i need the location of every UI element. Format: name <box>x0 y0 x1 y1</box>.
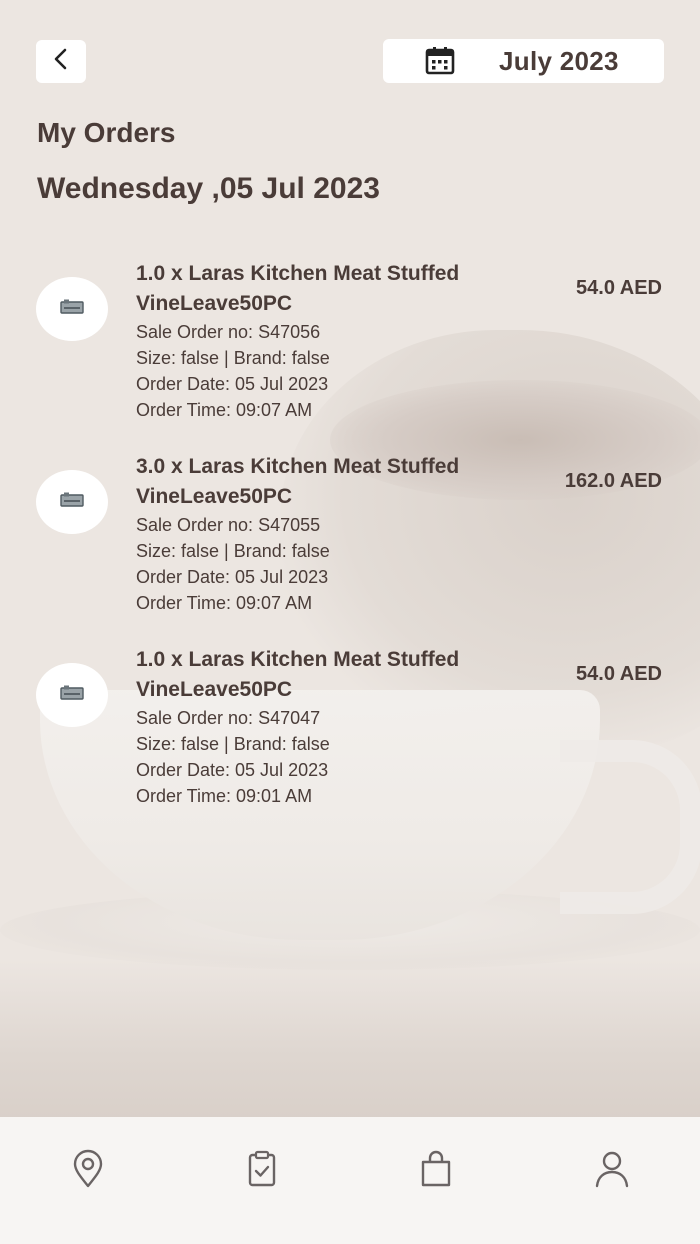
back-button[interactable] <box>36 40 86 83</box>
product-thumbnail <box>36 663 108 727</box>
date-heading: Wednesday ,05 Jul 2023 <box>37 172 380 205</box>
order-item[interactable]: 3.0 x Laras Kitchen Meat Stuffed VineLea… <box>0 448 700 628</box>
order-time: Order Time: 09:07 AM <box>136 400 313 420</box>
page-title: My Orders <box>37 117 176 148</box>
order-item[interactable]: 1.0 x Laras Kitchen Meat Stuffed VineLea… <box>0 255 700 435</box>
product-image-icon <box>60 299 84 320</box>
order-price: 54.0 AED <box>576 277 662 299</box>
nav-orders[interactable] <box>242 1149 282 1193</box>
product-image-icon <box>60 685 84 706</box>
clipboard-check-icon <box>244 1149 280 1194</box>
order-title: 1.0 x Laras Kitchen Meat Stuffed VineLea… <box>136 259 536 319</box>
order-price: 54.0 AED <box>576 663 662 685</box>
location-pin-icon <box>70 1149 106 1194</box>
sale-order-number: Sale Order no: S47047 <box>136 708 321 728</box>
calendar-icon <box>425 46 455 76</box>
product-image-icon <box>60 492 84 513</box>
order-title-line: 1.0 x Laras Kitchen Meat Stuffed <box>136 648 460 671</box>
order-title-line: VineLeave50PC <box>136 485 293 508</box>
order-title-line: VineLeave50PC <box>136 678 293 701</box>
size-brand: Size: false | Brand: false <box>136 541 330 561</box>
sale-order-number: Sale Order no: S47055 <box>136 515 321 535</box>
top-bar: July 2023 <box>0 0 700 100</box>
month-label: July 2023 <box>499 45 619 76</box>
nav-profile[interactable] <box>592 1149 632 1193</box>
bottom-navigation <box>0 1117 700 1244</box>
user-profile-icon <box>594 1149 630 1194</box>
chevron-left-icon <box>51 47 71 76</box>
order-date: Order Date: 05 Jul 2023 <box>136 760 329 780</box>
nav-cart[interactable] <box>416 1149 456 1193</box>
size-brand: Size: false | Brand: false <box>136 734 330 754</box>
size-brand: Size: false | Brand: false <box>136 348 330 368</box>
nav-location[interactable] <box>68 1149 108 1193</box>
order-title-line: 1.0 x Laras Kitchen Meat Stuffed <box>136 262 460 285</box>
shopping-bag-icon <box>418 1149 454 1194</box>
order-time: Order Time: 09:01 AM <box>136 786 313 806</box>
order-title-line: VineLeave50PC <box>136 292 293 315</box>
product-thumbnail <box>36 277 108 341</box>
order-title: 3.0 x Laras Kitchen Meat Stuffed VineLea… <box>136 452 536 512</box>
order-date: Order Date: 05 Jul 2023 <box>136 567 329 587</box>
order-time: Order Time: 09:07 AM <box>136 593 313 613</box>
orders-screen: July 2023 My Orders Wednesday ,05 Jul 20… <box>0 0 700 1244</box>
order-price: 162.0 AED <box>564 470 662 492</box>
order-title: 1.0 x Laras Kitchen Meat Stuffed VineLea… <box>136 645 536 705</box>
order-date: Order Date: 05 Jul 2023 <box>136 374 329 394</box>
order-item[interactable]: 1.0 x Laras Kitchen Meat Stuffed VineLea… <box>0 641 700 821</box>
sale-order-number: Sale Order no: S47056 <box>136 322 321 342</box>
product-thumbnail <box>36 470 108 534</box>
month-picker-button[interactable]: July 2023 <box>383 39 664 83</box>
order-title-line: 3.0 x Laras Kitchen Meat Stuffed <box>136 455 460 478</box>
